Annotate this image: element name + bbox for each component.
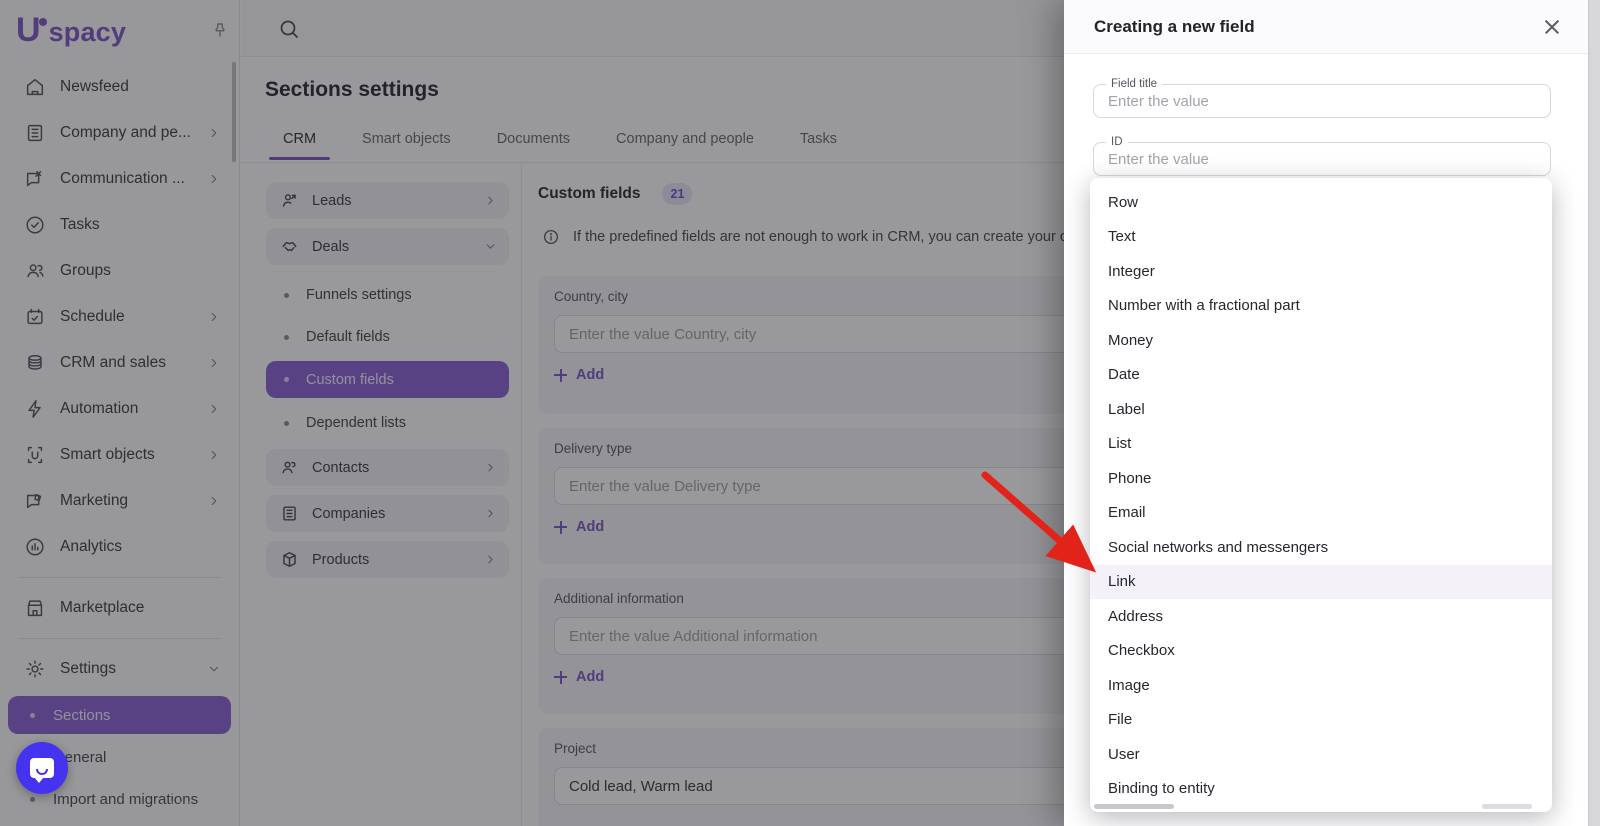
dropdown-scrollbar[interactable] [1094,804,1174,809]
input-label: ID [1106,135,1128,150]
field-title-input-wrap: Field title [1093,77,1551,118]
option-phone[interactable]: Phone [1090,461,1552,496]
option-binding-to-entity[interactable]: Binding to entity [1090,772,1552,807]
option-user[interactable]: User [1090,737,1552,772]
option-list[interactable]: List [1090,427,1552,462]
window-scrollbar[interactable] [1588,0,1600,826]
option-text[interactable]: Text [1090,220,1552,255]
option-email[interactable]: Email [1090,496,1552,531]
field-type-dropdown: Row Text Integer Number with a fractiona… [1090,178,1552,812]
option-money[interactable]: Money [1090,323,1552,358]
chat-launcher-button[interactable] [16,742,68,794]
option-address[interactable]: Address [1090,599,1552,634]
field-title-input[interactable] [1094,85,1550,117]
dropdown-scrollbar[interactable] [1482,804,1532,809]
drawer-title: Creating a new field [1094,16,1255,36]
close-icon[interactable] [1538,13,1566,41]
option-date[interactable]: Date [1090,358,1552,393]
option-label[interactable]: Label [1090,392,1552,427]
option-image[interactable]: Image [1090,668,1552,703]
option-link[interactable]: Link [1090,564,1552,599]
field-id-input-wrap: ID [1093,135,1551,176]
option-checkbox[interactable]: Checkbox [1090,634,1552,669]
option-integer[interactable]: Integer [1090,254,1552,289]
option-row[interactable]: Row [1090,185,1552,220]
app-window: U spacy Newsfeed Company and pe... Commu… [0,0,1600,826]
input-label: Field title [1106,77,1163,92]
option-social-networks[interactable]: Social networks and messengers [1090,530,1552,565]
option-file[interactable]: File [1090,703,1552,738]
chat-bubble-icon [30,758,54,783]
option-number-fractional[interactable]: Number with a fractional part [1090,289,1552,324]
create-field-drawer: Creating a new field Field title ID Row … [1064,0,1588,826]
field-id-input[interactable] [1094,143,1550,175]
drawer-header: Creating a new field [1064,0,1588,54]
